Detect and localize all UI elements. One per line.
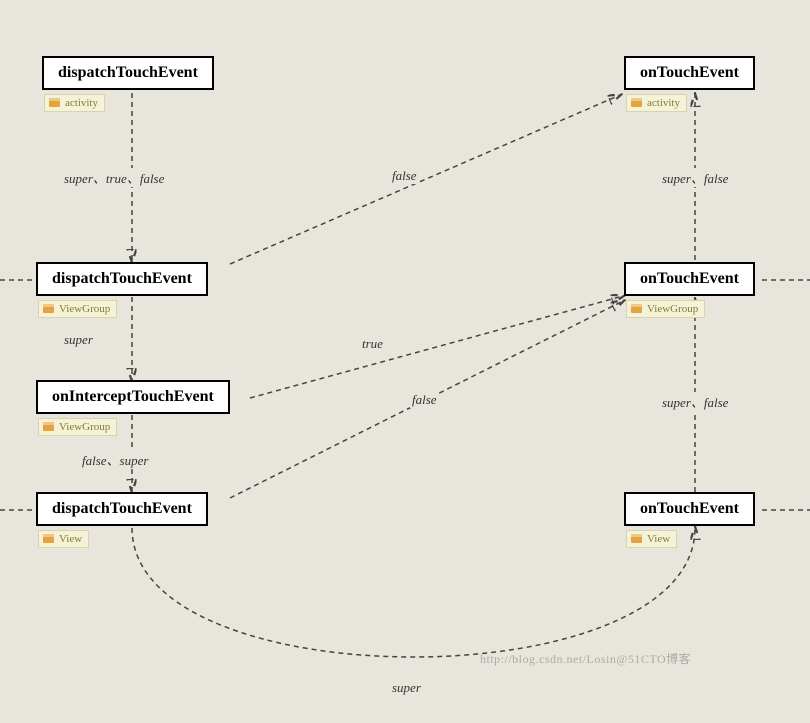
edge-label-e4: super: [62, 332, 95, 348]
node-dispatch-view: dispatchTouchEvent: [36, 492, 208, 526]
tag-viewgroup-2: ViewGroup: [626, 300, 705, 318]
edge-n6-n7: [132, 528, 695, 657]
node-ontouch-view: onTouchEvent: [624, 492, 755, 526]
tag-activity-2: activity: [626, 94, 687, 112]
node-title: dispatchTouchEvent: [52, 500, 192, 517]
watermark-text: http://blog.csdn.net/Losin@51CTO博客: [480, 650, 691, 667]
node-dispatch-activity: dispatchTouchEvent: [42, 56, 214, 90]
edge-label-e1: super、true、false: [62, 168, 166, 187]
tag-viewgroup-1: ViewGroup: [38, 300, 117, 318]
node-onintercept-viewgroup: onInterceptTouchEvent: [36, 380, 230, 414]
edge-label-e5: true: [360, 336, 385, 352]
node-ontouch-viewgroup: onTouchEvent: [624, 262, 755, 296]
edge-label-e3: super、false: [660, 168, 730, 187]
edge-label-e6: false、super: [80, 450, 150, 469]
tag-activity-1: activity: [44, 94, 105, 112]
edge-label-e2: false: [390, 168, 419, 184]
node-title: onTouchEvent: [640, 64, 739, 81]
edge-label-e7: false: [410, 392, 439, 408]
tag-viewgroup-3: ViewGroup: [38, 418, 117, 436]
node-title: onInterceptTouchEvent: [52, 388, 214, 405]
edge-n5-n4: [250, 296, 623, 398]
node-ontouch-activity: onTouchEvent: [624, 56, 755, 90]
edges-layer: [0, 0, 810, 723]
node-title: dispatchTouchEvent: [58, 64, 198, 81]
node-title: onTouchEvent: [640, 500, 739, 517]
tag-view-2: View: [626, 530, 677, 548]
edge-label-e9: super: [390, 680, 423, 696]
tag-view-1: View: [38, 530, 89, 548]
edge-label-e8: super、false: [660, 392, 730, 411]
node-title: onTouchEvent: [640, 270, 739, 287]
node-title: dispatchTouchEvent: [52, 270, 192, 287]
node-dispatch-viewgroup: dispatchTouchEvent: [36, 262, 208, 296]
edge-n3-n2: [230, 95, 620, 264]
